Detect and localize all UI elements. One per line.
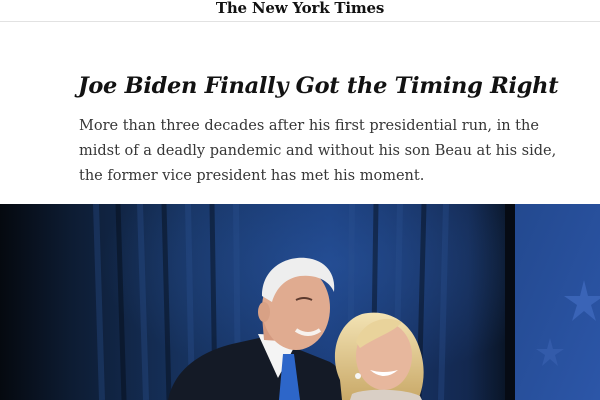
nyt-logo[interactable]: The New York Times (216, 1, 384, 16)
summary-line: the former vice president has met his mo… (79, 168, 425, 184)
article-headline: Joe Biden Finally Got the Timing Right (78, 73, 559, 99)
summary-line: midst of a deadly pandemic and without h… (79, 143, 557, 159)
summary-line: More than three decades after his first … (79, 118, 539, 134)
article-page: The New York Times Joe Biden Finally Got… (0, 0, 600, 400)
photo-icon (0, 204, 600, 400)
article-summary: More than three decades after his first … (79, 114, 557, 189)
masthead: The New York Times (0, 0, 600, 22)
hero-photo[interactable] (0, 204, 600, 400)
